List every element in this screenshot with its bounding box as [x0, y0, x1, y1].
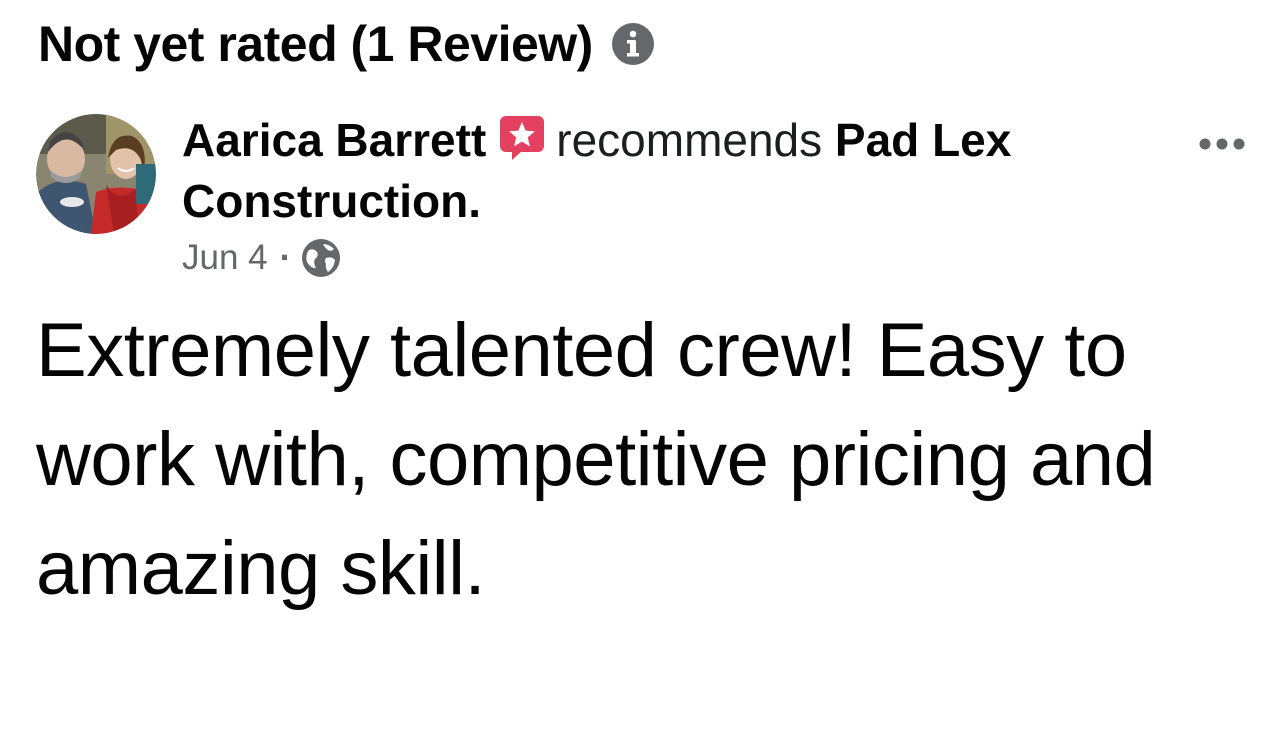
rating-summary-title: Not yet rated (1 Review)	[38, 16, 593, 72]
meta-separator: ·	[279, 238, 292, 277]
info-icon[interactable]	[611, 22, 655, 66]
rising-star-badge-icon[interactable]	[498, 114, 546, 162]
page-name-part-2[interactable]: Construction.	[182, 175, 481, 227]
page-name-part-1[interactable]: Pad Lex	[835, 114, 1011, 166]
more-options-icon	[1199, 138, 1245, 150]
author-name[interactable]: Aarica Barrett	[182, 114, 486, 166]
review-body-text: Extremely talented crew! Easy to work wi…	[36, 308, 1156, 611]
rating-header: Not yet rated (1 Review)	[38, 14, 655, 74]
profile-photo-icon	[36, 114, 156, 234]
recommendation-verb: recommends	[556, 114, 823, 166]
review-byline: Aarica Barrett recommends Pad Lex Constru…	[182, 110, 1142, 232]
author-avatar[interactable]	[36, 114, 156, 234]
more-options-button[interactable]	[1190, 128, 1254, 160]
review-date[interactable]: Jun 4	[182, 234, 268, 282]
review-meta: Jun 4 ·	[182, 234, 341, 282]
globe-icon	[301, 238, 341, 278]
